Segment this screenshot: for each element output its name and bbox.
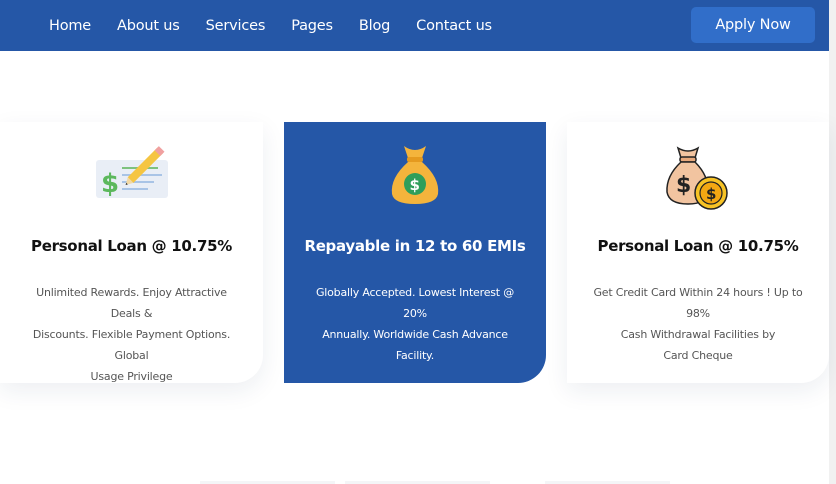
feature-card-repayable: $ Repayable in 12 to 60 EMIs Globally Ac…: [284, 122, 546, 383]
card-text-line: Card Cheque: [663, 349, 733, 362]
money-bag-coin-icon: $ $: [567, 142, 829, 212]
feature-card-personal-loan: $ Personal Loan @ 10.75% Unlimited Rewar…: [0, 122, 263, 383]
svg-text:$: $: [676, 173, 691, 198]
card-text-line: Facility.: [395, 349, 435, 362]
nav-item-contact-us[interactable]: Contact us: [403, 18, 505, 34]
card-text-line: Usage Privilege: [90, 370, 173, 383]
svg-text:$: $: [410, 176, 420, 194]
card-text-line: Globally Accepted. Lowest Interest @ 20%: [315, 286, 515, 320]
card-description: Unlimited Rewards. Enjoy Attractive Deal…: [22, 282, 241, 387]
nav-item-blog[interactable]: Blog: [346, 18, 403, 34]
card-text-line: Cash Withdrawal Facilities by: [620, 328, 776, 341]
nav-item-pages[interactable]: Pages: [278, 18, 346, 34]
check-pencil-icon: $: [0, 142, 263, 212]
card-text-line: Discounts. Flexible Payment Options. Glo…: [32, 328, 231, 362]
money-bag-icon: $: [284, 142, 546, 212]
nav-item-services[interactable]: Services: [193, 18, 279, 34]
feature-card-credit: $ $ Personal Loan @ 10.75% Get Credit Ca…: [567, 122, 829, 383]
card-title: Repayable in 12 to 60 EMIs: [304, 237, 526, 255]
card-text-line: Get Credit Card Within 24 hours ! Up to …: [593, 286, 803, 320]
card-text-line: Annually. Worldwide Cash Advance: [322, 328, 508, 341]
nav-menu: Home About us Services Pages Blog Contac…: [36, 0, 505, 51]
card-description: Globally Accepted. Lowest Interest @ 20%…: [306, 282, 524, 366]
svg-text:$: $: [706, 185, 716, 203]
page-scrollbar[interactable]: [829, 0, 836, 484]
card-title: Personal Loan @ 10.75%: [597, 237, 799, 255]
nav-item-about-us[interactable]: About us: [104, 18, 193, 34]
apply-now-button[interactable]: Apply Now: [691, 7, 815, 43]
svg-text:$: $: [101, 169, 119, 199]
top-navbar: Home About us Services Pages Blog Contac…: [0, 0, 829, 51]
card-description: Get Credit Card Within 24 hours ! Up to …: [589, 282, 807, 366]
nav-item-home[interactable]: Home: [36, 18, 104, 34]
card-text-line: Unlimited Rewards. Enjoy Attractive Deal…: [36, 286, 227, 320]
card-title: Personal Loan @ 10.75%: [31, 237, 232, 255]
